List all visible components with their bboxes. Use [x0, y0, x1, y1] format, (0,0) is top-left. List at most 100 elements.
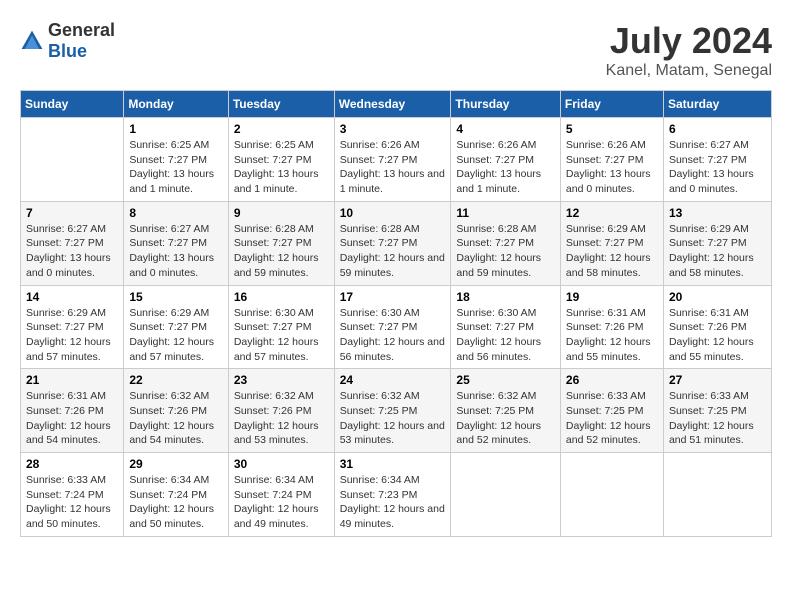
day-info: Sunrise: 6:25 AMSunset: 7:27 PMDaylight:… [234, 138, 329, 197]
day-info: Sunrise: 6:32 AMSunset: 7:25 PMDaylight:… [340, 389, 446, 448]
calendar-cell: 22 Sunrise: 6:32 AMSunset: 7:26 PMDayligh… [124, 369, 228, 453]
day-number: 31 [340, 457, 446, 471]
calendar-cell: 5 Sunrise: 6:26 AMSunset: 7:27 PMDaylight… [560, 118, 663, 202]
day-number: 14 [26, 290, 118, 304]
day-number: 22 [129, 373, 222, 387]
calendar-cell: 27 Sunrise: 6:33 AMSunset: 7:25 PMDayligh… [663, 369, 771, 453]
calendar-cell: 13 Sunrise: 6:29 AMSunset: 7:27 PMDayligh… [663, 201, 771, 285]
day-info: Sunrise: 6:28 AMSunset: 7:27 PMDaylight:… [234, 222, 329, 281]
day-info: Sunrise: 6:34 AMSunset: 7:24 PMDaylight:… [129, 473, 222, 532]
day-number: 17 [340, 290, 446, 304]
day-number: 27 [669, 373, 766, 387]
calendar-cell: 21Sunrise: 6:31 AMSunset: 7:26 PMDayligh… [21, 369, 124, 453]
calendar-cell: 31Sunrise: 6:34 AMSunset: 7:23 PMDayligh… [334, 453, 451, 537]
calendar-cell: 25 Sunrise: 6:32 AMSunset: 7:25 PMDayligh… [451, 369, 561, 453]
day-info: Sunrise: 6:28 AMSunset: 7:27 PMDaylight:… [340, 222, 446, 281]
day-info: Sunrise: 6:30 AMSunset: 7:27 PMDaylight:… [234, 306, 329, 365]
day-info: Sunrise: 6:34 AMSunset: 7:24 PMDaylight:… [234, 473, 329, 532]
calendar-cell: 16 Sunrise: 6:30 AMSunset: 7:27 PMDayligh… [228, 285, 334, 369]
weekday-header-row: SundayMondayTuesdayWednesdayThursdayFrid… [21, 91, 772, 118]
calendar-week-row: 1Sunrise: 6:25 AMSunset: 7:27 PMDaylight… [21, 118, 772, 202]
day-info: Sunrise: 6:31 AMSunset: 7:26 PMDaylight:… [566, 306, 658, 365]
calendar-cell: 11 Sunrise: 6:28 AMSunset: 7:27 PMDayligh… [451, 201, 561, 285]
day-info: Sunrise: 6:25 AMSunset: 7:27 PMDaylight:… [129, 138, 222, 197]
weekday-header-monday: Monday [124, 91, 228, 118]
day-info: Sunrise: 6:27 AMSunset: 7:27 PMDaylight:… [129, 222, 222, 281]
day-number: 11 [456, 206, 555, 220]
calendar-week-row: 21Sunrise: 6:31 AMSunset: 7:26 PMDayligh… [21, 369, 772, 453]
day-info: Sunrise: 6:31 AMSunset: 7:26 PMDaylight:… [26, 389, 118, 448]
calendar-cell: 17 Sunrise: 6:30 AMSunset: 7:27 PMDayligh… [334, 285, 451, 369]
day-number: 13 [669, 206, 766, 220]
day-number: 19 [566, 290, 658, 304]
day-number: 15 [129, 290, 222, 304]
day-number: 25 [456, 373, 555, 387]
day-info: Sunrise: 6:33 AMSunset: 7:24 PMDaylight:… [26, 473, 118, 532]
calendar-cell: 7 Sunrise: 6:27 AMSunset: 7:27 PMDaylight… [21, 201, 124, 285]
calendar-cell [663, 453, 771, 537]
day-info: Sunrise: 6:32 AMSunset: 7:25 PMDaylight:… [456, 389, 555, 448]
day-number: 28 [26, 457, 118, 471]
day-info: Sunrise: 6:30 AMSunset: 7:27 PMDaylight:… [340, 306, 446, 365]
logo-icon [20, 29, 44, 53]
calendar-cell: 1Sunrise: 6:25 AMSunset: 7:27 PMDaylight… [124, 118, 228, 202]
day-info: Sunrise: 6:26 AMSunset: 7:27 PMDaylight:… [340, 138, 446, 197]
day-info: Sunrise: 6:26 AMSunset: 7:27 PMDaylight:… [566, 138, 658, 197]
day-number: 12 [566, 206, 658, 220]
day-number: 26 [566, 373, 658, 387]
logo: General Blue [20, 20, 115, 62]
day-info: Sunrise: 6:28 AMSunset: 7:27 PMDaylight:… [456, 222, 555, 281]
day-info: Sunrise: 6:30 AMSunset: 7:27 PMDaylight:… [456, 306, 555, 365]
calendar-cell: 24Sunrise: 6:32 AMSunset: 7:25 PMDayligh… [334, 369, 451, 453]
calendar-title: July 2024 [606, 20, 772, 62]
weekday-header-tuesday: Tuesday [228, 91, 334, 118]
day-number: 16 [234, 290, 329, 304]
day-info: Sunrise: 6:29 AMSunset: 7:27 PMDaylight:… [129, 306, 222, 365]
day-info: Sunrise: 6:29 AMSunset: 7:27 PMDaylight:… [669, 222, 766, 281]
calendar-cell [560, 453, 663, 537]
day-number: 30 [234, 457, 329, 471]
day-info: Sunrise: 6:32 AMSunset: 7:26 PMDaylight:… [234, 389, 329, 448]
calendar-cell: 6Sunrise: 6:27 AMSunset: 7:27 PMDaylight… [663, 118, 771, 202]
calendar-week-row: 28 Sunrise: 6:33 AMSunset: 7:24 PMDayligh… [21, 453, 772, 537]
calendar-table: SundayMondayTuesdayWednesdayThursdayFrid… [20, 90, 772, 537]
day-number: 4 [456, 122, 555, 136]
day-number: 20 [669, 290, 766, 304]
calendar-cell: 26Sunrise: 6:33 AMSunset: 7:25 PMDayligh… [560, 369, 663, 453]
calendar-cell: 30 Sunrise: 6:34 AMSunset: 7:24 PMDayligh… [228, 453, 334, 537]
weekday-header-sunday: Sunday [21, 91, 124, 118]
calendar-cell: 18 Sunrise: 6:30 AMSunset: 7:27 PMDayligh… [451, 285, 561, 369]
day-number: 18 [456, 290, 555, 304]
page-header: General Blue July 2024 Kanel, Matam, Sen… [20, 20, 772, 80]
calendar-cell: 4 Sunrise: 6:26 AMSunset: 7:27 PMDaylight… [451, 118, 561, 202]
calendar-cell: 8Sunrise: 6:27 AMSunset: 7:27 PMDaylight… [124, 201, 228, 285]
day-info: Sunrise: 6:26 AMSunset: 7:27 PMDaylight:… [456, 138, 555, 197]
calendar-cell: 28 Sunrise: 6:33 AMSunset: 7:24 PMDayligh… [21, 453, 124, 537]
weekday-header-saturday: Saturday [663, 91, 771, 118]
day-info: Sunrise: 6:32 AMSunset: 7:26 PMDaylight:… [129, 389, 222, 448]
day-info: Sunrise: 6:33 AMSunset: 7:25 PMDaylight:… [669, 389, 766, 448]
day-number: 29 [129, 457, 222, 471]
calendar-cell: 15 Sunrise: 6:29 AMSunset: 7:27 PMDayligh… [124, 285, 228, 369]
day-info: Sunrise: 6:27 AMSunset: 7:27 PMDaylight:… [669, 138, 766, 197]
weekday-header-thursday: Thursday [451, 91, 561, 118]
calendar-cell: 2 Sunrise: 6:25 AMSunset: 7:27 PMDaylight… [228, 118, 334, 202]
calendar-cell [451, 453, 561, 537]
weekday-header-friday: Friday [560, 91, 663, 118]
calendar-cell: 20 Sunrise: 6:31 AMSunset: 7:26 PMDayligh… [663, 285, 771, 369]
day-info: Sunrise: 6:31 AMSunset: 7:26 PMDaylight:… [669, 306, 766, 365]
day-number: 3 [340, 122, 446, 136]
calendar-cell: 12Sunrise: 6:29 AMSunset: 7:27 PMDayligh… [560, 201, 663, 285]
calendar-cell: 23Sunrise: 6:32 AMSunset: 7:26 PMDayligh… [228, 369, 334, 453]
day-info: Sunrise: 6:29 AMSunset: 7:27 PMDaylight:… [26, 306, 118, 365]
calendar-cell: 9 Sunrise: 6:28 AMSunset: 7:27 PMDaylight… [228, 201, 334, 285]
day-info: Sunrise: 6:27 AMSunset: 7:27 PMDaylight:… [26, 222, 118, 281]
calendar-subtitle: Kanel, Matam, Senegal [606, 62, 772, 80]
calendar-week-row: 7 Sunrise: 6:27 AMSunset: 7:27 PMDaylight… [21, 201, 772, 285]
day-number: 7 [26, 206, 118, 220]
day-number: 2 [234, 122, 329, 136]
calendar-week-row: 14 Sunrise: 6:29 AMSunset: 7:27 PMDayligh… [21, 285, 772, 369]
logo-blue-text: Blue [48, 41, 87, 61]
day-number: 9 [234, 206, 329, 220]
day-number: 5 [566, 122, 658, 136]
